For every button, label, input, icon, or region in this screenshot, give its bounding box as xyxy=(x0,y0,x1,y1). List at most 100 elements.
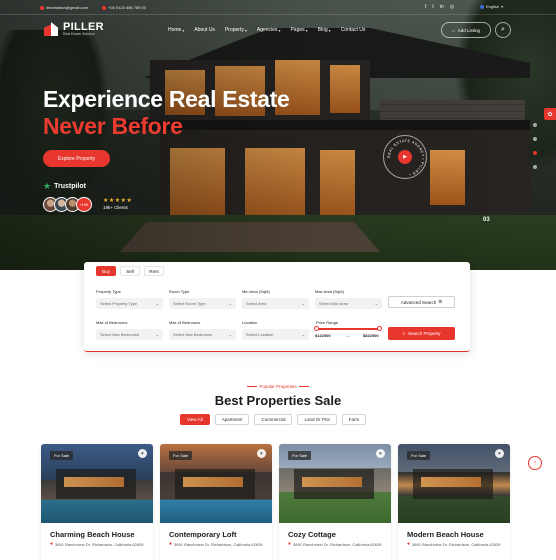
add-listing-label: Add Listing xyxy=(457,27,480,33)
eyebrow-line xyxy=(298,386,309,388)
max-area-select[interactable]: Select Max Area ⌄ xyxy=(315,298,382,309)
nav-item-home[interactable]: Home ▾ xyxy=(168,27,184,33)
property-name[interactable]: Charming Beach House xyxy=(50,530,135,539)
address-text: 3891 Ranchview Dr. Richardson, Californi… xyxy=(55,541,144,547)
client-rating: ★★★★★ 19k+ Clients xyxy=(103,197,132,210)
nav-item-pages[interactable]: Pages ▾ xyxy=(290,27,307,33)
select-value: Select Area xyxy=(246,301,267,306)
explore-property-button[interactable]: Explore Property xyxy=(43,150,110,167)
twitter-icon[interactable]: t xyxy=(432,4,433,10)
nav-item-property[interactable]: Property ▾ xyxy=(225,27,247,33)
price-max-handle[interactable] xyxy=(377,326,382,331)
chevron-down-icon: ▾ xyxy=(501,4,504,9)
svg-text:REAL ESTATE AGENCY • PILLER •: REAL ESTATE AGENCY • PILLER • xyxy=(387,139,425,177)
nav-item-agencies[interactable]: Agencies ▾ xyxy=(257,27,281,33)
settings-side-tab[interactable]: ✿ xyxy=(544,108,556,120)
search-tabs: Buy Sell Rent xyxy=(96,266,164,276)
property-type-field: Property Type Select Property Type ⌄ xyxy=(96,289,163,309)
tab-rent[interactable]: Rent xyxy=(144,266,164,276)
property-card[interactable]: For Sale ♥ Contemporary Loft ● 3891 Ranch… xyxy=(160,444,272,560)
linkedin-icon[interactable]: in xyxy=(440,4,444,10)
min-area-select[interactable]: Select Area ⌄ xyxy=(242,298,309,309)
nav-item-contact[interactable]: Contact Us xyxy=(341,27,366,33)
heart-icon[interactable]: ♥ xyxy=(257,449,266,458)
chevron-down-icon: ▾ xyxy=(278,27,281,33)
video-badge[interactable]: REAL ESTATE AGENCY • PILLER • ▶ xyxy=(383,135,427,179)
property-card[interactable]: For Sale ♥ Modern Beach House ● 3891 Ranc… xyxy=(398,444,510,560)
field-label: Room Type xyxy=(169,289,190,294)
price-range-label: Price Range xyxy=(316,320,339,325)
chevron-down-icon: ▾ xyxy=(328,27,331,33)
trustpilot-badge: ★ Trustpilot xyxy=(43,181,86,192)
phone-contact[interactable]: +00 0123 456 789 00 xyxy=(102,5,146,10)
search-icon: ⌕ xyxy=(501,26,505,33)
filter-view-all[interactable]: View All xyxy=(180,414,210,425)
filter-apartment[interactable]: Apartment xyxy=(214,414,250,425)
advanced-search-button[interactable]: Advanced Search ⚙ xyxy=(388,296,455,308)
search-property-button[interactable]: ⌕ Search Property xyxy=(388,327,455,340)
select-value: Select Max Bedrooms xyxy=(173,332,213,337)
slider-dots xyxy=(533,123,537,169)
slider-dot[interactable] xyxy=(533,123,537,127)
house-graphic xyxy=(56,469,136,499)
tab-buy[interactable]: Buy xyxy=(96,266,116,276)
logo-icon xyxy=(44,22,58,36)
language-selector[interactable]: English ▾ xyxy=(480,4,503,9)
price-min-handle[interactable] xyxy=(314,326,319,331)
property-address: ● 3891 Ranchview Dr. Richardson, Californ… xyxy=(288,541,382,547)
status-badge: For Sale xyxy=(169,451,193,460)
facebook-icon[interactable]: f xyxy=(425,4,426,10)
property-card[interactable]: For Sale ♥ Charming Beach House ● 3891 Ra… xyxy=(41,444,153,560)
nav-item-about[interactable]: About Us xyxy=(194,27,215,33)
property-name[interactable]: Cozy Cottage xyxy=(288,530,336,539)
email-contact[interactable]: information@gmail.com xyxy=(40,5,88,10)
field-label: Property Type xyxy=(96,289,121,294)
nav-label: Pages xyxy=(290,27,305,33)
site-logo[interactable]: PILLER Real Estate Solution xyxy=(44,21,104,37)
heart-icon[interactable]: ♥ xyxy=(138,449,147,458)
heart-icon[interactable]: ♥ xyxy=(376,449,385,458)
slider-dot-active[interactable] xyxy=(533,151,537,155)
hero-title-accent: Never Before xyxy=(43,113,183,139)
price-range-slider[interactable] xyxy=(316,328,380,330)
property-name[interactable]: Contemporary Loft xyxy=(169,530,237,539)
location-select[interactable]: Select Location ⌄ xyxy=(242,329,309,340)
instagram-icon[interactable]: ◎ xyxy=(450,4,454,10)
max-area-field: Max Area (SqM) Select Max Area ⌄ xyxy=(315,289,382,309)
trustpilot-star-icon: ★ xyxy=(43,181,52,191)
room-type-select[interactable]: Select Room Type ⌄ xyxy=(169,298,236,309)
logo-name: PILLER xyxy=(63,21,104,33)
filter-farm[interactable]: Farm xyxy=(341,414,367,425)
filter-commercial[interactable]: Commercial xyxy=(254,414,293,425)
slider-dot[interactable] xyxy=(533,165,537,169)
location-pin-icon: ● xyxy=(407,541,411,547)
property-address: ● 3891 Ranchview Dr. Richardson, Californ… xyxy=(407,541,501,547)
chevron-down-icon: ⌄ xyxy=(155,301,159,306)
filter-land-or-plot[interactable]: Land Or Plot xyxy=(297,414,337,425)
nav-item-blog[interactable]: Blog ▾ xyxy=(318,27,331,33)
field-label: Min Area (SqM) xyxy=(242,289,270,294)
field-label: Location xyxy=(242,320,258,325)
add-listing-button[interactable]: ⌂ Add Listing xyxy=(441,22,491,38)
select-value: Select Room Type xyxy=(173,301,206,306)
top-bar-divider xyxy=(0,14,556,15)
property-name[interactable]: Modern Beach House xyxy=(407,530,484,539)
search-icon: ⌕ xyxy=(402,331,405,336)
avatar-count: +10K xyxy=(76,197,92,212)
select-value: Select Max Area xyxy=(319,301,349,306)
tab-sell[interactable]: Sell xyxy=(120,266,140,276)
property-type-select[interactable]: Select Property Type ⌄ xyxy=(96,298,163,309)
back-to-top-button[interactable]: ↑ xyxy=(528,456,542,470)
client-avatars: +10K xyxy=(43,197,92,212)
room-type-field: Room Type Select Room Type ⌄ xyxy=(169,289,236,309)
address-text: 3891 Ranchview Dr. Richardson, Californi… xyxy=(412,541,501,547)
slider-dot[interactable] xyxy=(533,137,537,141)
location-pin-icon: ● xyxy=(169,541,173,547)
property-card[interactable]: For Sale ♥ Cozy Cottage ● 3891 Ranchview … xyxy=(279,444,391,560)
max-bedrooms-select-2[interactable]: Select Max Bedrooms ⌄ xyxy=(169,329,236,340)
max-bedrooms-select[interactable]: Select Max Bedrooms ⌄ xyxy=(96,329,163,340)
nav-label: Home xyxy=(168,27,182,33)
heart-icon[interactable]: ♥ xyxy=(495,449,504,458)
search-button[interactable]: ⌕ xyxy=(495,22,511,38)
nav-label: Blog xyxy=(317,27,328,33)
